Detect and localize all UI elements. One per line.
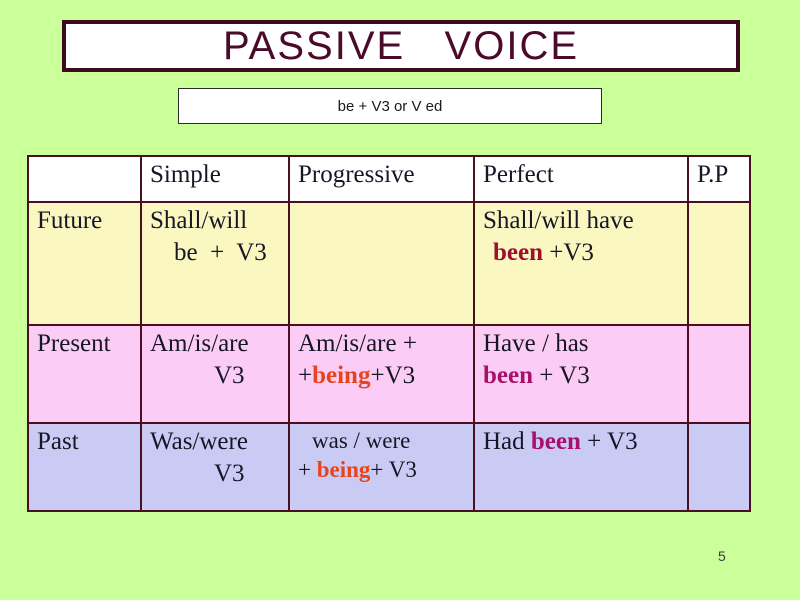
table-header-row: Simple Progressive Perfect P.P <box>27 155 751 203</box>
cell-line: + being+ V3 <box>298 455 465 484</box>
cell-line: Shall/will have <box>483 207 634 234</box>
passive-voice-table: Simple Progressive Perfect P.P Future Sh… <box>27 155 751 512</box>
cell-line: Was/were <box>150 428 248 455</box>
title-banner: PASSIVE VOICE <box>62 20 740 72</box>
cell-line: V3 <box>214 460 245 487</box>
cell-past-pp <box>687 422 751 512</box>
cell-line: +being+V3 <box>298 360 465 392</box>
cell-present-progressive: Am/is/are + +being+V3 <box>288 324 475 424</box>
cell-line: Have / has <box>483 330 589 357</box>
cell-present-simple: Am/is/are V3 <box>140 324 290 424</box>
row-label-future: Future <box>27 201 142 326</box>
cell-line: been +V3 <box>483 237 679 269</box>
highlight-being: being <box>316 457 371 483</box>
cell-past-progressive: was / were + being+ V3 <box>288 422 475 512</box>
header-cell-progressive: Progressive <box>288 155 475 203</box>
cell-past-simple: Was/were V3 <box>140 422 290 512</box>
page-title: PASSIVE VOICE <box>222 24 580 68</box>
cell-line: Shall/will <box>150 207 248 234</box>
header-cell-blank <box>27 155 142 203</box>
cell-line: Am/is/are <box>150 330 249 357</box>
cell-future-simple: Shall/will be + V3 <box>140 201 290 326</box>
cell-line: was / were <box>312 428 411 453</box>
cell-text-after-being: +V3 <box>370 362 416 389</box>
header-cell-simple: Simple <box>140 155 290 203</box>
highlight-been: been <box>530 428 581 455</box>
row-label-present: Present <box>27 324 142 424</box>
cell-past-perfect: Had been + V3 <box>473 422 689 512</box>
cell-present-perfect: Have / has been + V3 <box>473 324 689 424</box>
cell-future-pp <box>687 201 751 326</box>
page-number: 5 <box>718 548 726 564</box>
cell-text-before-been: Had <box>483 428 531 455</box>
cell-future-perfect: Shall/will have been +V3 <box>473 201 689 326</box>
highlight-been: been <box>493 239 543 266</box>
header-cell-perfect: Perfect <box>473 155 689 203</box>
cell-line: V3 <box>214 362 245 389</box>
formula-box: be + V3 or V ed <box>178 88 602 124</box>
cell-line: been + V3 <box>483 360 679 392</box>
slide-canvas: PASSIVE VOICE be + V3 or V ed Simple Pro… <box>0 0 800 600</box>
cell-text-after-been: +V3 <box>543 239 594 266</box>
cell-text-after-being: + V3 <box>370 457 417 483</box>
cell-line: be + V3 <box>174 239 267 266</box>
highlight-been: been <box>483 362 533 389</box>
cell-future-progressive <box>288 201 475 326</box>
cell-text-after-been: + V3 <box>580 428 638 455</box>
row-label-past: Past <box>27 422 142 512</box>
formula-text: be + V3 or V ed <box>337 97 443 115</box>
highlight-being: being <box>312 362 371 389</box>
cell-text-after-been: + V3 <box>533 362 590 389</box>
cell-text-before-being: + <box>298 362 313 389</box>
header-cell-pp: P.P <box>687 155 751 203</box>
table-row-present: Present Am/is/are V3 Am/is/are + +being+… <box>27 324 751 424</box>
cell-present-pp <box>687 324 751 424</box>
table-row-future: Future Shall/will be + V3 Shall/will hav… <box>27 201 751 326</box>
cell-line: Had been + V3 <box>483 426 679 458</box>
cell-line: Am/is/are + <box>298 330 417 357</box>
table-row-past: Past Was/were V3 was / were + being+ V3 … <box>27 422 751 512</box>
cell-text-before-being: + <box>298 457 317 483</box>
